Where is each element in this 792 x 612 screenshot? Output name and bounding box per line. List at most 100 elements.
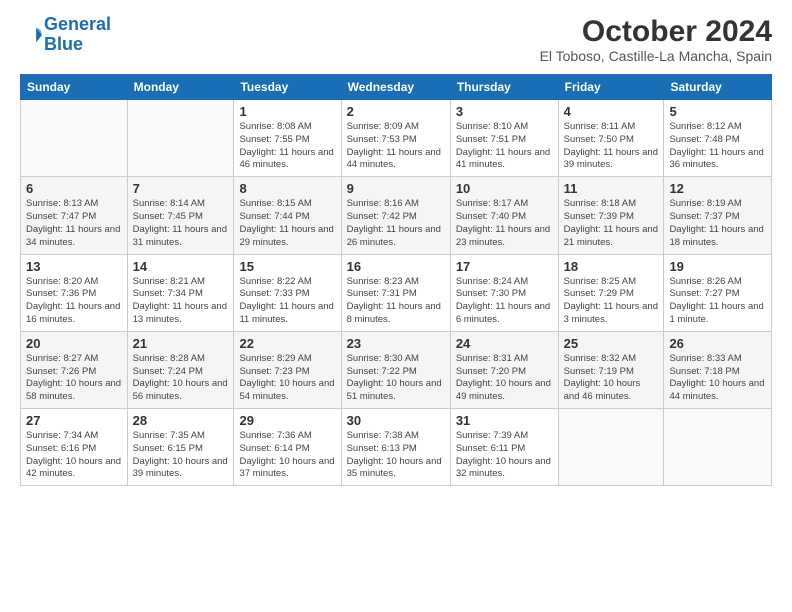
table-row — [127, 100, 234, 177]
table-row — [558, 409, 664, 486]
day-number: 6 — [26, 181, 122, 196]
day-number: 19 — [669, 259, 766, 274]
calendar-week-4: 20 Sunrise: 8:27 AMSunset: 7:26 PMDayligh… — [21, 331, 772, 408]
table-row: 2 Sunrise: 8:09 AMSunset: 7:53 PMDaylight… — [341, 100, 450, 177]
col-friday: Friday — [558, 75, 664, 100]
day-number: 20 — [26, 336, 122, 351]
day-info: Sunrise: 8:21 AMSunset: 7:34 PMDaylight:… — [133, 276, 229, 327]
day-info: Sunrise: 8:13 AMSunset: 7:47 PMDaylight:… — [26, 198, 122, 249]
col-wednesday: Wednesday — [341, 75, 450, 100]
table-row: 6 Sunrise: 8:13 AMSunset: 7:47 PMDaylight… — [21, 177, 128, 254]
title-block: October 2024 El Toboso, Castille-La Manc… — [540, 15, 772, 64]
table-row: 30 Sunrise: 7:38 AMSunset: 6:13 PMDayligh… — [341, 409, 450, 486]
calendar-week-5: 27 Sunrise: 7:34 AMSunset: 6:16 PMDayligh… — [21, 409, 772, 486]
day-info: Sunrise: 8:23 AMSunset: 7:31 PMDaylight:… — [347, 276, 445, 327]
day-info: Sunrise: 7:39 AMSunset: 6:11 PMDaylight:… — [456, 430, 553, 481]
day-number: 16 — [347, 259, 445, 274]
day-info: Sunrise: 8:12 AMSunset: 7:48 PMDaylight:… — [669, 121, 766, 172]
day-number: 18 — [564, 259, 659, 274]
page: General Blue October 2024 El Toboso, Cas… — [0, 0, 792, 612]
col-sunday: Sunday — [21, 75, 128, 100]
day-number: 2 — [347, 104, 445, 119]
table-row: 1Sunrise: 8:08 AMSunset: 7:55 PMDaylight… — [234, 100, 341, 177]
day-number: 17 — [456, 259, 553, 274]
table-row: 7 Sunrise: 8:14 AMSunset: 7:45 PMDaylight… — [127, 177, 234, 254]
day-number: 11 — [564, 181, 659, 196]
header: General Blue October 2024 El Toboso, Cas… — [20, 15, 772, 64]
day-number: 7 — [133, 181, 229, 196]
day-info: Sunrise: 8:19 AMSunset: 7:37 PMDaylight:… — [669, 198, 766, 249]
col-saturday: Saturday — [664, 75, 772, 100]
day-info: Sunrise: 8:09 AMSunset: 7:53 PMDaylight:… — [347, 121, 445, 172]
table-row: 22Sunrise: 8:29 AMSunset: 7:23 PMDayligh… — [234, 331, 341, 408]
calendar-body: 1Sunrise: 8:08 AMSunset: 7:55 PMDaylight… — [21, 100, 772, 486]
day-info: Sunrise: 8:15 AMSunset: 7:44 PMDaylight:… — [239, 198, 335, 249]
table-row: 11Sunrise: 8:18 AMSunset: 7:39 PMDayligh… — [558, 177, 664, 254]
header-row: Sunday Monday Tuesday Wednesday Thursday… — [21, 75, 772, 100]
day-info: Sunrise: 8:22 AMSunset: 7:33 PMDaylight:… — [239, 276, 335, 327]
col-monday: Monday — [127, 75, 234, 100]
table-row: 14 Sunrise: 8:21 AMSunset: 7:34 PMDayligh… — [127, 254, 234, 331]
day-info: Sunrise: 8:17 AMSunset: 7:40 PMDaylight:… — [456, 198, 553, 249]
day-info: Sunrise: 8:32 AMSunset: 7:19 PMDaylight:… — [564, 353, 659, 404]
day-info: Sunrise: 8:20 AMSunset: 7:36 PMDaylight:… — [26, 276, 122, 327]
day-info: Sunrise: 7:34 AMSunset: 6:16 PMDaylight:… — [26, 430, 122, 481]
table-row: 8 Sunrise: 8:15 AMSunset: 7:44 PMDaylight… — [234, 177, 341, 254]
calendar-header: Sunday Monday Tuesday Wednesday Thursday… — [21, 75, 772, 100]
day-info: Sunrise: 7:35 AMSunset: 6:15 PMDaylight:… — [133, 430, 229, 481]
day-number: 27 — [26, 413, 122, 428]
day-info: Sunrise: 8:16 AMSunset: 7:42 PMDaylight:… — [347, 198, 445, 249]
day-info: Sunrise: 8:28 AMSunset: 7:24 PMDaylight:… — [133, 353, 229, 404]
day-number: 13 — [26, 259, 122, 274]
day-info: Sunrise: 8:14 AMSunset: 7:45 PMDaylight:… — [133, 198, 229, 249]
day-number: 25 — [564, 336, 659, 351]
table-row: 17Sunrise: 8:24 AMSunset: 7:30 PMDayligh… — [450, 254, 558, 331]
table-row: 5 Sunrise: 8:12 AMSunset: 7:48 PMDaylight… — [664, 100, 772, 177]
table-row: 29 Sunrise: 7:36 AMSunset: 6:14 PMDayligh… — [234, 409, 341, 486]
table-row: 12Sunrise: 8:19 AMSunset: 7:37 PMDayligh… — [664, 177, 772, 254]
table-row: 19 Sunrise: 8:26 AMSunset: 7:27 PMDayligh… — [664, 254, 772, 331]
day-number: 9 — [347, 181, 445, 196]
day-info: Sunrise: 8:27 AMSunset: 7:26 PMDaylight:… — [26, 353, 122, 404]
table-row: 27 Sunrise: 7:34 AMSunset: 6:16 PMDayligh… — [21, 409, 128, 486]
day-number: 23 — [347, 336, 445, 351]
day-number: 24 — [456, 336, 553, 351]
logo-blue: Blue — [44, 35, 111, 55]
day-info: Sunrise: 8:25 AMSunset: 7:29 PMDaylight:… — [564, 276, 659, 327]
day-number: 3 — [456, 104, 553, 119]
day-number: 8 — [239, 181, 335, 196]
table-row: 9 Sunrise: 8:16 AMSunset: 7:42 PMDaylight… — [341, 177, 450, 254]
table-row: 23Sunrise: 8:30 AMSunset: 7:22 PMDayligh… — [341, 331, 450, 408]
table-row — [664, 409, 772, 486]
day-info: Sunrise: 8:33 AMSunset: 7:18 PMDaylight:… — [669, 353, 766, 404]
day-number: 22 — [239, 336, 335, 351]
day-number: 21 — [133, 336, 229, 351]
day-number: 29 — [239, 413, 335, 428]
day-number: 28 — [133, 413, 229, 428]
day-info: Sunrise: 8:26 AMSunset: 7:27 PMDaylight:… — [669, 276, 766, 327]
day-info: Sunrise: 7:36 AMSunset: 6:14 PMDaylight:… — [239, 430, 335, 481]
day-info: Sunrise: 7:38 AMSunset: 6:13 PMDaylight:… — [347, 430, 445, 481]
table-row: 31Sunrise: 7:39 AMSunset: 6:11 PMDayligh… — [450, 409, 558, 486]
calendar-week-3: 13 Sunrise: 8:20 AMSunset: 7:36 PMDayligh… — [21, 254, 772, 331]
day-number: 4 — [564, 104, 659, 119]
day-number: 14 — [133, 259, 229, 274]
day-info: Sunrise: 8:31 AMSunset: 7:20 PMDaylight:… — [456, 353, 553, 404]
logo: General Blue — [20, 15, 111, 55]
calendar: Sunday Monday Tuesday Wednesday Thursday… — [20, 74, 772, 486]
table-row: 10 Sunrise: 8:17 AMSunset: 7:40 PMDayligh… — [450, 177, 558, 254]
table-row: 15 Sunrise: 8:22 AMSunset: 7:33 PMDayligh… — [234, 254, 341, 331]
day-info: Sunrise: 8:11 AMSunset: 7:50 PMDaylight:… — [564, 121, 659, 172]
day-number: 15 — [239, 259, 335, 274]
table-row: 16 Sunrise: 8:23 AMSunset: 7:31 PMDayligh… — [341, 254, 450, 331]
day-info: Sunrise: 8:10 AMSunset: 7:51 PMDaylight:… — [456, 121, 553, 172]
day-number: 10 — [456, 181, 553, 196]
day-number: 5 — [669, 104, 766, 119]
col-tuesday: Tuesday — [234, 75, 341, 100]
day-number: 30 — [347, 413, 445, 428]
table-row — [21, 100, 128, 177]
logo-text: General Blue — [44, 15, 111, 55]
main-title: October 2024 — [540, 15, 772, 48]
table-row: 25 Sunrise: 8:32 AMSunset: 7:19 PMDayligh… — [558, 331, 664, 408]
table-row: 24 Sunrise: 8:31 AMSunset: 7:20 PMDayligh… — [450, 331, 558, 408]
